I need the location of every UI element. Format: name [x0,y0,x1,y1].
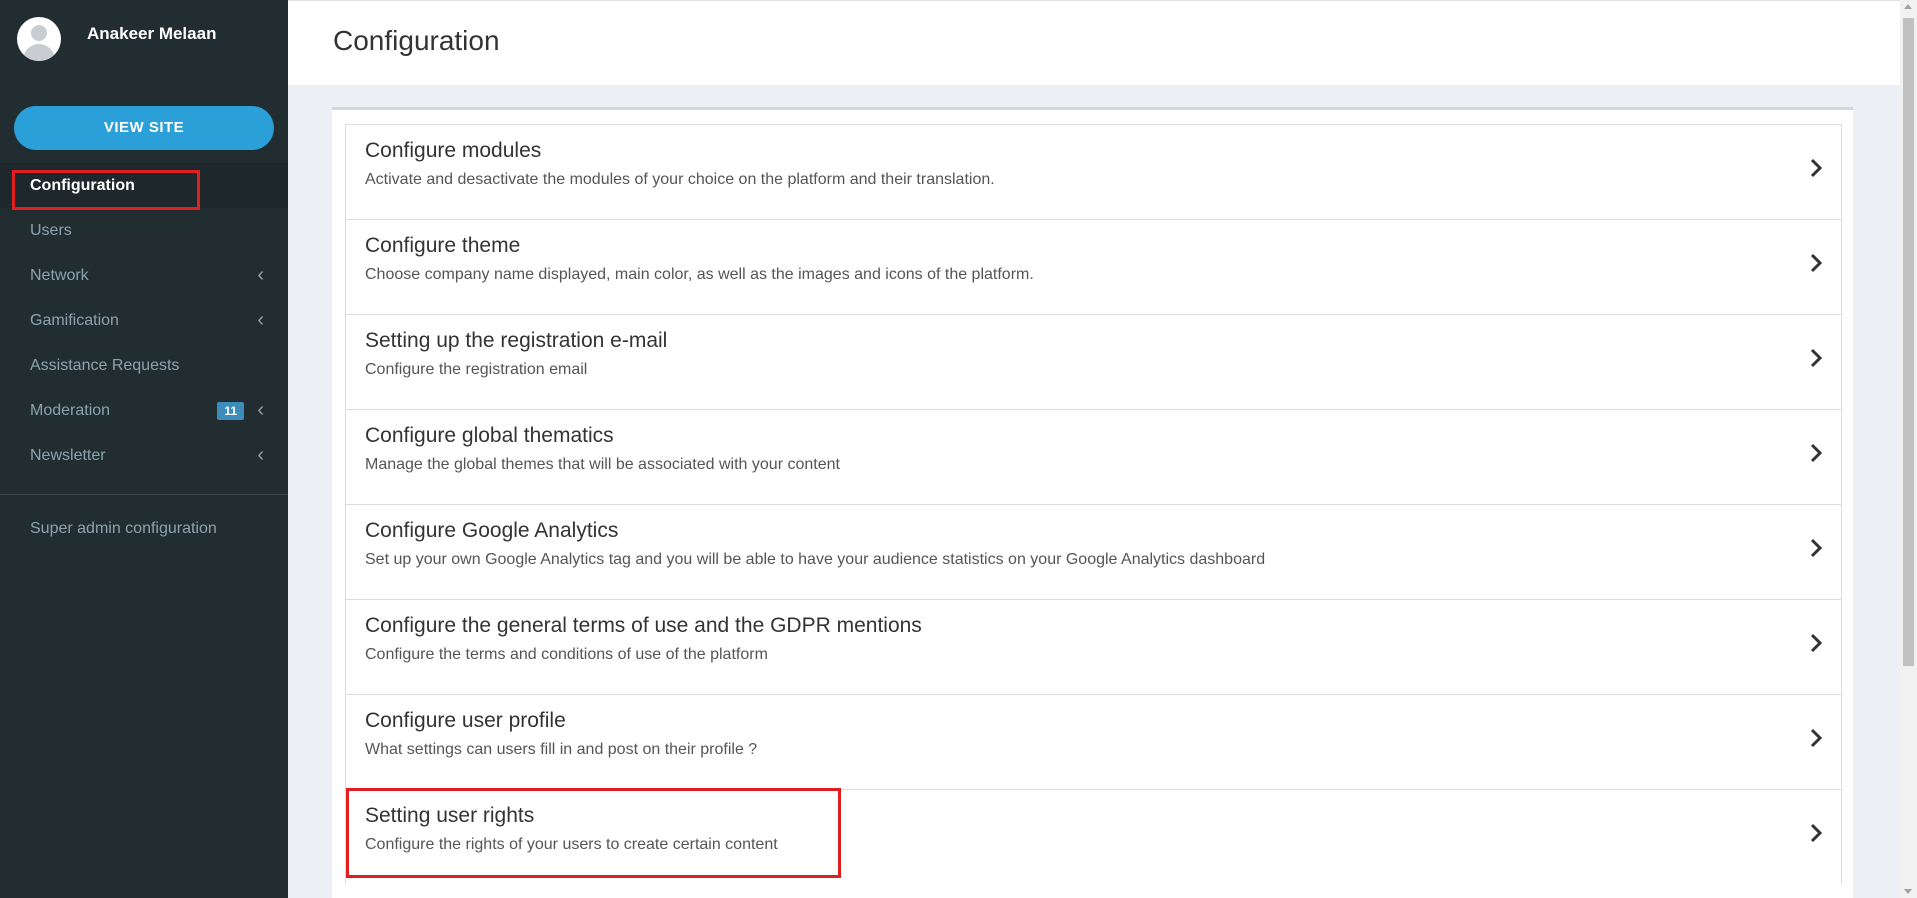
chevron-left-icon: ‹ [257,399,264,421]
scroll-up-arrow-icon[interactable] [1904,4,1912,9]
user-panel: Anakeer Melaan [0,0,288,80]
config-item-title: Configure Google Analytics [365,519,619,542]
chevron-left-icon: ‹ [257,264,264,286]
chevron-right-icon [1810,728,1823,748]
chevron-right-icon [1810,443,1823,463]
sidebar: Anakeer Melaan VIEW SITE Configuration U… [0,0,288,898]
config-item-description: Choose company name displayed, main colo… [365,266,1034,283]
config-item-google-analytics[interactable]: Configure Google Analytics Set up your o… [345,504,1842,599]
page-header: Configuration [288,0,1900,85]
chevron-left-icon: ‹ [257,444,264,466]
config-item-registration-email[interactable]: Setting up the registration e-mail Confi… [345,314,1842,409]
sidebar-item-label: Gamification [30,312,119,329]
config-item-title: Setting up the registration e-mail [365,329,668,352]
config-item-title: Configure theme [365,234,521,257]
config-item-title: Configure the general terms of use and t… [365,614,922,637]
sidebar-item-label: Network [30,267,89,284]
config-item-description: Activate and desactivate the modules of … [365,171,995,188]
sidebar-item-label: Moderation [30,402,111,419]
user-rights-highlight-box [346,788,841,878]
config-item-description: Manage the global themes that will be as… [365,456,840,473]
user-name: Anakeer Melaan [87,24,217,43]
config-item-description: Configure the registration email [365,361,588,378]
sidebar-item-label: Users [30,222,72,239]
config-item-global-thematics[interactable]: Configure global thematics Manage the gl… [345,409,1842,504]
avatar-body-shape [23,44,55,61]
chevron-right-icon [1810,158,1823,178]
sidebar-menu: Configuration Users Network ‹ Gamificati… [0,163,288,478]
config-list: Configure modules Activate and desactiva… [345,124,1842,884]
sidebar-item-users[interactable]: Users [0,208,288,253]
config-item-title: Configure global thematics [365,424,614,447]
config-item-user-profile[interactable]: Configure user profile What settings can… [345,694,1842,789]
chevron-right-icon [1810,823,1823,843]
sidebar-divider [0,494,288,495]
config-box: Configure modules Activate and desactiva… [332,107,1853,898]
sidebar-item-assistance-requests[interactable]: Assistance Requests [0,343,288,388]
sidebar-item-moderation[interactable]: Moderation 11 ‹ [0,388,288,433]
config-item-theme[interactable]: Configure theme Choose company name disp… [345,219,1842,314]
main-content: Configuration Configure modules Activate… [288,0,1917,898]
chevron-left-icon: ‹ [257,309,264,331]
config-item-modules[interactable]: Configure modules Activate and desactiva… [345,124,1842,219]
config-item-title: Configure modules [365,139,542,162]
sidebar-item-gamification[interactable]: Gamification ‹ [0,298,288,343]
scroll-down-arrow-icon[interactable] [1904,889,1912,894]
page-title: Configuration [333,25,500,56]
sidebar-item-super-admin-configuration[interactable]: Super admin configuration [30,520,217,538]
chevron-right-icon [1810,253,1823,273]
scrollbar-thumb[interactable] [1903,18,1914,666]
config-item-terms-gdpr[interactable]: Configure the general terms of use and t… [345,599,1842,694]
config-item-description: Configure the terms and conditions of us… [365,646,768,663]
config-item-description: What settings can users fill in and post… [365,741,758,758]
vertical-scrollbar[interactable] [1900,0,1917,898]
sidebar-item-label: Newsletter [30,447,106,464]
view-site-button[interactable]: VIEW SITE [14,106,274,150]
chevron-right-icon [1810,633,1823,653]
chevron-right-icon [1810,538,1823,558]
chevron-right-icon [1810,348,1823,368]
sidebar-item-network[interactable]: Network ‹ [0,253,288,298]
config-item-description: Set up your own Google Analytics tag and… [365,551,1266,568]
sidebar-item-newsletter[interactable]: Newsletter ‹ [0,433,288,478]
sidebar-item-label: Assistance Requests [30,357,180,374]
moderation-count-badge: 11 [217,402,244,420]
user-avatar-icon[interactable] [17,17,61,61]
config-item-title: Configure user profile [365,709,566,732]
configuration-highlight-box [12,170,200,210]
avatar-head-shape [31,25,47,41]
